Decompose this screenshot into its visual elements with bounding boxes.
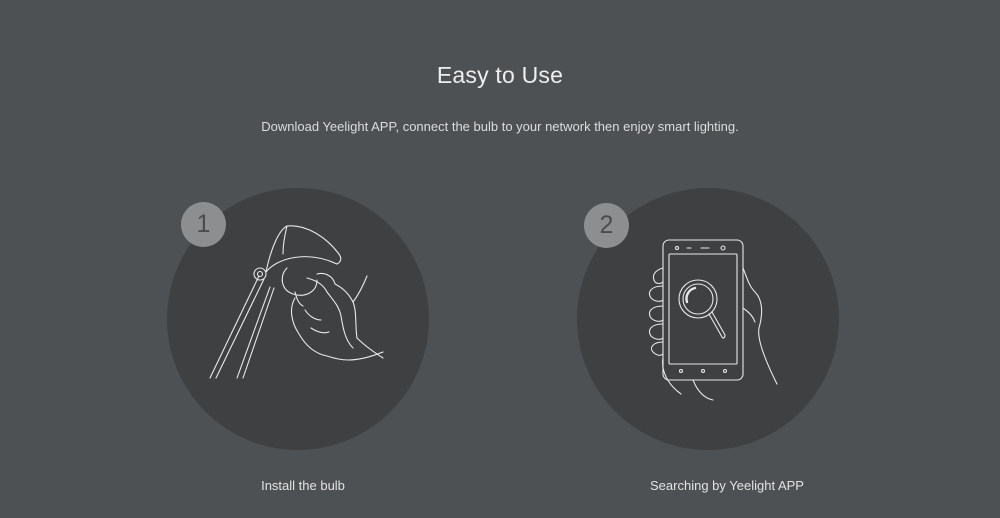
step-1-caption: Install the bulb [261,478,345,493]
section-subtitle: Download Yeelight APP, connect the bulb … [261,119,739,134]
step-1: 1 [167,188,429,450]
step-1-number-badge: 1 [181,202,226,247]
step-2-number-badge: 2 [584,203,629,248]
step-2-caption: Searching by Yeelight APP [650,478,804,493]
section-title: Easy to Use [436,62,564,88]
step-2: 2 [577,188,839,450]
